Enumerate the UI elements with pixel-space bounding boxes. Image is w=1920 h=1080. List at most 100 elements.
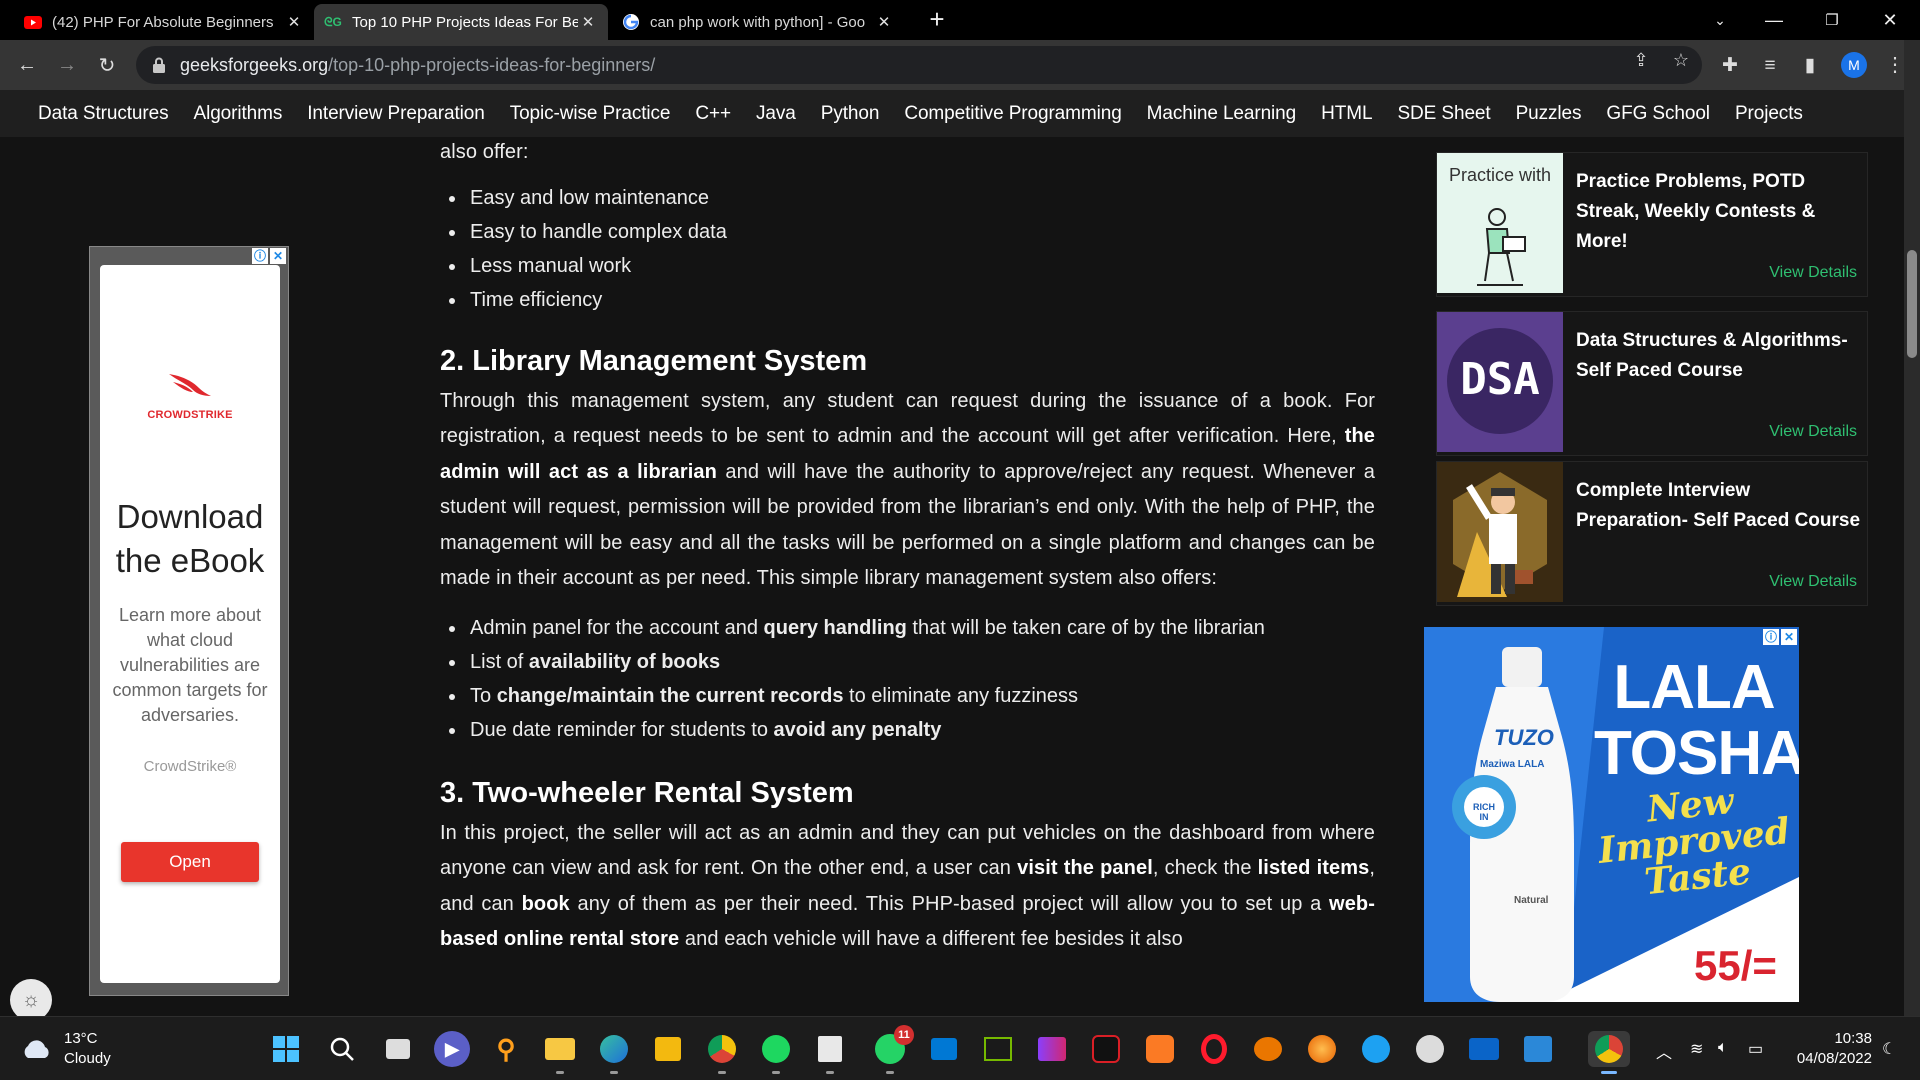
ad-info-icon[interactable]: ⓘ bbox=[252, 248, 268, 264]
chrome-icon[interactable] bbox=[1588, 1031, 1630, 1074]
close-tab-icon[interactable]: ✕ bbox=[284, 13, 304, 31]
nav-sde-sheet[interactable]: SDE Sheet bbox=[1397, 103, 1490, 125]
nav-gfg-school[interactable]: GFG School bbox=[1606, 103, 1710, 125]
nav-algorithms[interactable]: Algorithms bbox=[194, 103, 283, 125]
nav-java[interactable]: Java bbox=[756, 103, 796, 125]
back-button[interactable]: ← bbox=[12, 50, 42, 80]
card-title[interactable]: Data Structures & Algorithms- Self Paced… bbox=[1576, 326, 1866, 386]
nav-python[interactable]: Python bbox=[821, 103, 880, 125]
course-card-practice[interactable]: Practice with Practice Problems, POTD St… bbox=[1436, 152, 1868, 297]
share-icon[interactable]: ⇪ bbox=[1630, 49, 1652, 71]
mail-icon[interactable] bbox=[1466, 1031, 1502, 1067]
opera-icon[interactable] bbox=[1196, 1031, 1232, 1067]
chrome-canary-icon[interactable] bbox=[704, 1031, 740, 1074]
nav-machine-learning[interactable]: Machine Learning bbox=[1147, 103, 1297, 125]
tab-search-chevron-icon[interactable]: ⌄ bbox=[1692, 0, 1748, 40]
milk-bottle-image bbox=[1452, 647, 1574, 1002]
forward-button[interactable]: → bbox=[52, 50, 82, 80]
tab-google-search[interactable]: can php work with python] - Goo ✕ bbox=[612, 4, 904, 40]
close-tab-icon[interactable]: ✕ bbox=[874, 13, 894, 31]
close-window-button[interactable]: ✕ bbox=[1862, 0, 1918, 40]
ad-choices[interactable]: ⓘ ✕ bbox=[252, 248, 286, 264]
google-icon bbox=[622, 13, 640, 31]
article-paragraph: also offer: bbox=[440, 141, 529, 163]
task-view-icon[interactable] bbox=[380, 1031, 416, 1067]
ad-open-button[interactable]: Open bbox=[121, 842, 259, 882]
spotify-icon[interactable] bbox=[758, 1031, 794, 1074]
cloud-icon bbox=[24, 1040, 49, 1058]
whatsapp-icon[interactable]: 11 bbox=[872, 1025, 914, 1074]
nav-topic-wise-practice[interactable]: Topic-wise Practice bbox=[510, 103, 671, 125]
nav-puzzles[interactable]: Puzzles bbox=[1516, 103, 1582, 125]
nav-html[interactable]: HTML bbox=[1321, 103, 1372, 125]
interview-thumbnail bbox=[1437, 462, 1563, 602]
nav-projects[interactable]: Projects bbox=[1735, 103, 1803, 125]
photos-icon[interactable] bbox=[1520, 1031, 1556, 1067]
system-clock[interactable]: 10:38 04/08/2022 bbox=[1782, 1029, 1872, 1069]
creative-cloud-icon[interactable] bbox=[1088, 1031, 1124, 1067]
close-tab-icon[interactable]: ✕ bbox=[578, 13, 598, 31]
ad-creative[interactable]: CROWDSTRIKE Download the eBook Learn mor… bbox=[100, 265, 280, 983]
view-details-link[interactable]: View Details bbox=[1769, 264, 1857, 282]
remote-desktop-icon[interactable] bbox=[926, 1031, 962, 1067]
teams-chat-icon[interactable]: ▶ bbox=[434, 1031, 470, 1067]
windows-taskbar: 13°C Cloudy ▶ ⚲ 11 ︿ ≋ 🔈︎ ▭ 10:38 04/08/2… bbox=[0, 1016, 1920, 1080]
nvidia-icon[interactable] bbox=[980, 1031, 1016, 1067]
card-title[interactable]: Practice Problems, POTD Streak, Weekly C… bbox=[1576, 167, 1866, 257]
firefox-icon[interactable] bbox=[1304, 1031, 1340, 1067]
reload-button[interactable]: ↻ bbox=[92, 50, 122, 80]
bookmark-star-icon[interactable]: ☆ bbox=[1670, 49, 1692, 71]
search-icon[interactable] bbox=[324, 1031, 360, 1067]
right-advertisement[interactable]: TUZO Maziwa LALA RICH IN Natural ⓘ ✕ LALA… bbox=[1424, 627, 1799, 1002]
notifications-icon[interactable]: ☾ bbox=[1882, 1039, 1896, 1059]
ad-close-icon[interactable]: ✕ bbox=[270, 248, 286, 264]
address-bar[interactable]: geeksforgeeks.org/top-10-php-projects-id… bbox=[136, 46, 1702, 84]
course-card-dsa[interactable]: DSA Data Structures & Algorithms- Self P… bbox=[1436, 311, 1868, 456]
weather-widget[interactable]: 13°C Cloudy bbox=[20, 1029, 111, 1069]
file-explorer-icon[interactable] bbox=[542, 1031, 578, 1074]
xampp-icon[interactable] bbox=[1142, 1031, 1178, 1067]
minimize-button[interactable]: — bbox=[1746, 0, 1802, 40]
notepad-icon[interactable] bbox=[812, 1031, 848, 1074]
show-hidden-icons-chevron[interactable]: ︿ bbox=[1656, 1039, 1672, 1063]
ad-close-icon[interactable]: ✕ bbox=[1781, 629, 1797, 645]
page-scrollbar[interactable] bbox=[1904, 40, 1920, 1016]
theme-toggle-button[interactable]: ☼ bbox=[10, 979, 52, 1021]
left-advertisement[interactable]: ⓘ ✕ CROWDSTRIKE Download the eBook Learn … bbox=[89, 246, 289, 996]
dsa-thumbnail: DSA bbox=[1437, 312, 1563, 452]
nav-competitive-programming[interactable]: Competitive Programming bbox=[904, 103, 1121, 125]
nav-data-structures[interactable]: Data Structures bbox=[38, 103, 169, 125]
view-details-link[interactable]: View Details bbox=[1769, 573, 1857, 591]
microsoft-store-icon[interactable] bbox=[650, 1031, 686, 1067]
ad-info-icon[interactable]: ⓘ bbox=[1763, 629, 1779, 645]
edge-browser-icon[interactable] bbox=[596, 1031, 632, 1074]
extensions-icon[interactable]: ✚ bbox=[1718, 54, 1742, 78]
volume-icon[interactable]: 🔈︎ bbox=[1718, 1039, 1728, 1057]
restore-button[interactable]: ❐ bbox=[1804, 0, 1860, 40]
start-button[interactable] bbox=[268, 1031, 304, 1067]
view-details-link[interactable]: View Details bbox=[1769, 423, 1857, 441]
profile-avatar[interactable]: M bbox=[1841, 52, 1867, 78]
course-card-interview[interactable]: Complete Interview Preparation- Self Pac… bbox=[1436, 461, 1868, 606]
video-editor-icon[interactable] bbox=[1034, 1031, 1070, 1067]
menu-kebab-icon[interactable]: ⋮ bbox=[1885, 53, 1905, 77]
list-item: Admin panel for the account and query ha… bbox=[440, 611, 1375, 645]
search-app-icon[interactable]: ⚲ bbox=[488, 1031, 524, 1067]
ad-choices[interactable]: ⓘ ✕ bbox=[1763, 629, 1797, 645]
side-panel-icon[interactable]: ▮ bbox=[1798, 54, 1822, 78]
nav-cpp[interactable]: C++ bbox=[695, 103, 731, 125]
blender-icon[interactable] bbox=[1250, 1031, 1286, 1067]
battery-icon[interactable]: ▭ bbox=[1748, 1039, 1763, 1059]
tab-gfg-php-projects[interactable]: ᘓG Top 10 PHP Projects Ideas For Be ✕ bbox=[314, 4, 608, 40]
steam-icon[interactable] bbox=[1412, 1031, 1448, 1067]
scrollbar-thumb[interactable] bbox=[1907, 250, 1917, 358]
bottle-badge: RICH IN bbox=[1473, 802, 1495, 822]
list-item: List of availability of books bbox=[440, 645, 1375, 679]
new-tab-button[interactable]: + bbox=[923, 6, 951, 34]
card-title[interactable]: Complete Interview Preparation- Self Pac… bbox=[1576, 476, 1866, 536]
media-control-icon[interactable]: ≡ bbox=[1758, 54, 1782, 78]
twitter-icon[interactable] bbox=[1358, 1031, 1394, 1067]
nav-interview-preparation[interactable]: Interview Preparation bbox=[307, 103, 485, 125]
tab-php-beginners[interactable]: (42) PHP For Absolute Beginners ✕ bbox=[14, 4, 314, 40]
wifi-icon[interactable]: ≋ bbox=[1690, 1039, 1703, 1059]
